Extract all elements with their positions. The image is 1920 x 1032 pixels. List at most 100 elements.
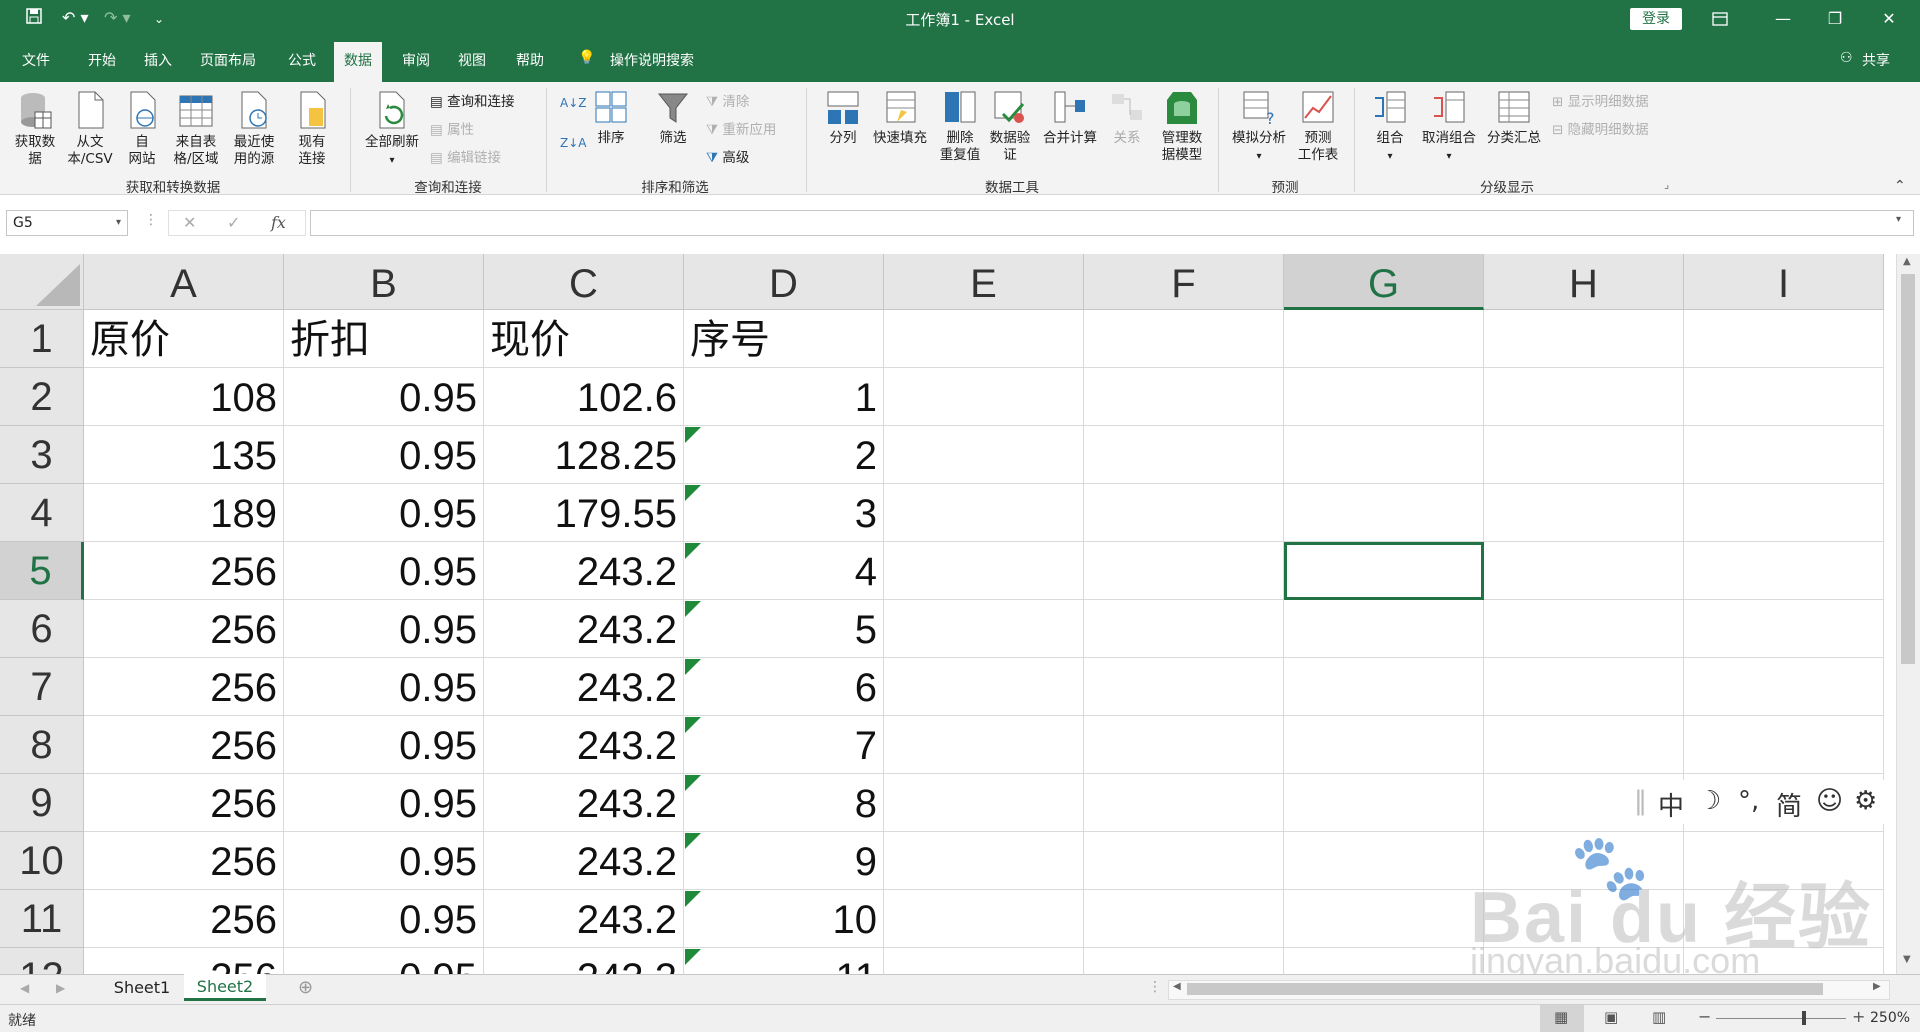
normal-view-button[interactable]: ▦ [1540, 1005, 1584, 1032]
name-box[interactable]: G5 ▾ [6, 210, 128, 236]
number-as-text-error-indicator[interactable] [685, 485, 701, 501]
cell-c4[interactable]: 179.55 [484, 484, 684, 542]
cell-a12[interactable]: 256 [84, 948, 284, 974]
cell-e9[interactable] [884, 774, 1084, 832]
tell-me-search[interactable]: 操作说明搜索 [610, 50, 694, 70]
half-moon-icon[interactable]: ☽ [1698, 786, 1721, 816]
cell-a9[interactable]: 256 [84, 774, 284, 832]
cell-a4[interactable]: 189 [84, 484, 284, 542]
cell-f8[interactable] [1084, 716, 1284, 774]
restore-icon[interactable]: ❐ [1812, 0, 1858, 38]
sort-desc-icon[interactable]: Z↓A [560, 136, 586, 150]
queries-connections-button[interactable]: ▤ 查询和连接 [430, 90, 515, 110]
scroll-down-icon[interactable]: ▼ [1903, 954, 1911, 965]
cell-i7[interactable] [1684, 658, 1884, 716]
existing-connections-button[interactable]: 现有 连接 [290, 90, 334, 168]
cell-i4[interactable] [1684, 484, 1884, 542]
horizontal-scroll-thumb[interactable] [1187, 983, 1823, 995]
cell-a7[interactable]: 256 [84, 658, 284, 716]
cell-i6[interactable] [1684, 600, 1884, 658]
vertical-scroll-thumb[interactable] [1901, 274, 1915, 664]
prev-sheet-icon[interactable]: ◀ [20, 981, 29, 995]
row-header-9[interactable]: 9 [0, 774, 84, 832]
what-if-button[interactable]: ? 模拟分析 ▾ [1226, 90, 1292, 165]
forecast-sheet-button[interactable]: 预测 工作表 [1294, 90, 1342, 164]
cell-c6[interactable]: 243.2 [484, 600, 684, 658]
cell-f3[interactable] [1084, 426, 1284, 484]
cell-e8[interactable] [884, 716, 1084, 774]
get-data-button[interactable]: 获取数 据 [10, 90, 60, 168]
number-as-text-error-indicator[interactable] [685, 427, 701, 443]
cell-d9[interactable]: 8 [684, 774, 884, 832]
close-icon[interactable]: ✕ [1866, 0, 1912, 38]
refresh-all-button[interactable]: 全部刷新 ▾ [360, 90, 424, 169]
row-header-5[interactable]: 5 [0, 542, 84, 600]
cell-c5[interactable]: 243.2 [484, 542, 684, 600]
cell-a3[interactable]: 135 [84, 426, 284, 484]
cell-d4[interactable]: 3 [684, 484, 884, 542]
tab-formulas[interactable]: 公式 [288, 50, 316, 70]
tab-splitter-handle[interactable]: ⋮ [1148, 979, 1162, 995]
cell-d8[interactable]: 7 [684, 716, 884, 774]
cell-b3[interactable]: 0.95 [284, 426, 484, 484]
next-sheet-icon[interactable]: ▶ [56, 981, 65, 995]
ime-simplified[interactable]: 简 [1776, 786, 1802, 823]
from-web-button[interactable]: 自 网站 [120, 90, 164, 168]
cell-g4[interactable] [1284, 484, 1484, 542]
cell-d3[interactable]: 2 [684, 426, 884, 484]
cell-g3[interactable] [1284, 426, 1484, 484]
show-detail-button[interactable]: ⊞ 显示明细数据 [1552, 90, 1649, 110]
cell-a6[interactable]: 256 [84, 600, 284, 658]
cell-f9[interactable] [1084, 774, 1284, 832]
sheet-tab-sheet2[interactable]: Sheet2 [184, 974, 266, 1001]
zoom-slider-thumb[interactable] [1802, 1011, 1806, 1025]
cell-h4[interactable] [1484, 484, 1684, 542]
cell-a1[interactable]: 原价 [84, 310, 284, 368]
cell-e4[interactable] [884, 484, 1084, 542]
page-break-view-icon[interactable]: ▥ [1652, 1008, 1666, 1026]
row-header-3[interactable]: 3 [0, 426, 84, 484]
zoom-level[interactable]: 250% [1870, 1010, 1910, 1026]
data-model-button[interactable]: 管理数 据模型 [1154, 90, 1210, 164]
cell-c7[interactable]: 243.2 [484, 658, 684, 716]
cell-h7[interactable] [1484, 658, 1684, 716]
scroll-left-icon[interactable]: ◀ [1173, 981, 1181, 992]
cell-c9[interactable]: 243.2 [484, 774, 684, 832]
cell-b11[interactable]: 0.95 [284, 890, 484, 948]
cell-g7[interactable] [1284, 658, 1484, 716]
cell-b8[interactable]: 0.95 [284, 716, 484, 774]
recent-sources-button[interactable]: 最近使 用的源 [226, 90, 282, 168]
cell-h11[interactable] [1484, 890, 1684, 948]
column-header-c[interactable]: C [484, 254, 684, 310]
clear-filter-button[interactable]: ⧩ 清除 [706, 90, 749, 110]
login-button[interactable]: 登录 [1630, 8, 1682, 30]
cell-b4[interactable]: 0.95 [284, 484, 484, 542]
cell-d11[interactable]: 10 [684, 890, 884, 948]
properties-button[interactable]: ▤ 属性 [430, 118, 474, 138]
cell-h8[interactable] [1484, 716, 1684, 774]
cell-b2[interactable]: 0.95 [284, 368, 484, 426]
cell-a10[interactable]: 256 [84, 832, 284, 890]
formula-input[interactable] [310, 210, 1914, 236]
cell-e12[interactable] [884, 948, 1084, 974]
row-header-12[interactable]: 12 [0, 948, 84, 974]
number-as-text-error-indicator[interactable] [685, 659, 701, 675]
horizontal-scrollbar[interactable]: ◀ ▶ [1168, 980, 1890, 1000]
expand-formula-icon[interactable]: ▾ [1896, 214, 1901, 225]
enter-icon[interactable]: ✓ [227, 213, 240, 232]
advanced-filter-button[interactable]: ⧩ 高级 [706, 146, 749, 166]
cell-e7[interactable] [884, 658, 1084, 716]
dialog-launcher-icon[interactable]: ⌟ [1664, 178, 1669, 191]
number-as-text-error-indicator[interactable] [685, 601, 701, 617]
flash-fill-button[interactable]: 快速填充 [868, 90, 932, 147]
name-box-dropdown-icon[interactable]: ▾ [116, 211, 121, 235]
number-as-text-error-indicator[interactable] [685, 717, 701, 733]
cell-b9[interactable]: 0.95 [284, 774, 484, 832]
cell-c10[interactable]: 243.2 [484, 832, 684, 890]
cell-h5[interactable] [1484, 542, 1684, 600]
cell-d2[interactable]: 1 [684, 368, 884, 426]
cell-g11[interactable] [1284, 890, 1484, 948]
cell-e2[interactable] [884, 368, 1084, 426]
cell-f5[interactable] [1084, 542, 1284, 600]
cell-h10[interactable] [1484, 832, 1684, 890]
